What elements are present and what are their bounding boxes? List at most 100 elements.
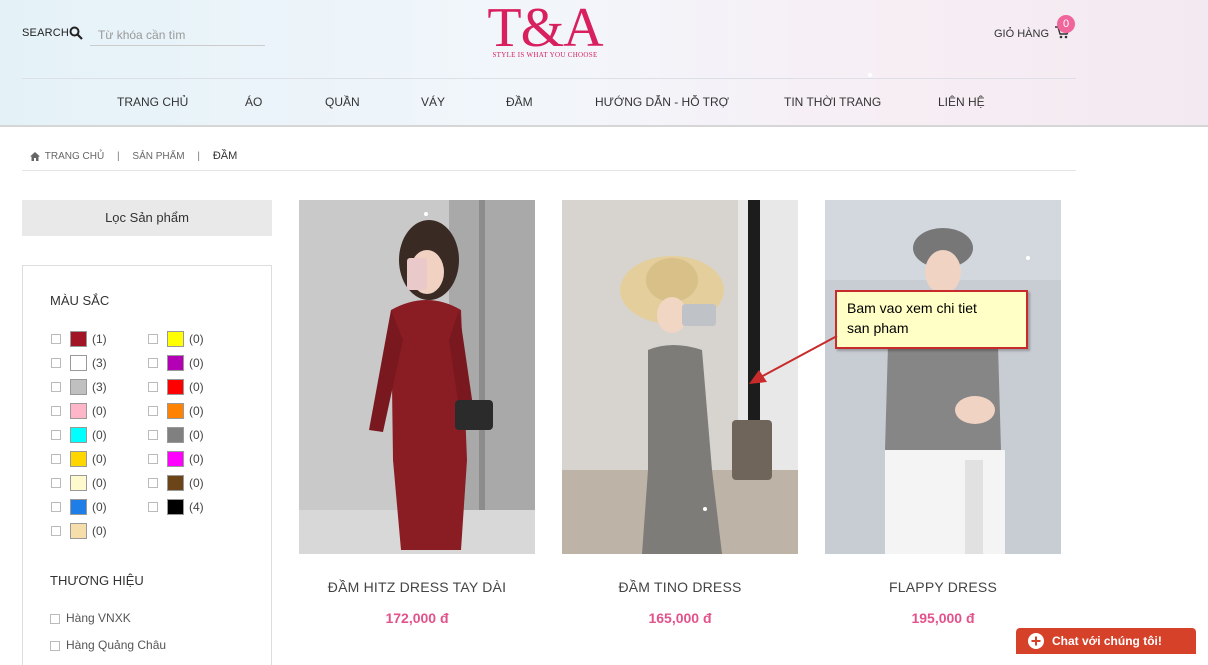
product-image-red-dress[interactable] [299, 200, 535, 554]
color-count: (0) [189, 452, 204, 466]
color-checkbox[interactable] [148, 430, 158, 440]
brand-checkbox[interactable] [50, 613, 60, 624]
filter-title: Lọc Sản phẩm [22, 200, 272, 236]
color-swatch[interactable] [167, 331, 184, 347]
product-name[interactable]: FLAPPY DRESS [825, 579, 1061, 595]
breadcrumb-home[interactable]: TRANG CHỦ [45, 151, 104, 162]
brand-filter-item[interactable]: Hàng VNXK [50, 611, 131, 625]
callout-arrow-icon [749, 335, 838, 384]
chat-label: Chat với chúng tôi! [1052, 634, 1162, 648]
product-name[interactable]: ĐẦM HITZ DRESS TAY DÀI [299, 579, 535, 595]
color-swatch[interactable] [70, 499, 87, 515]
color-checkbox[interactable] [51, 382, 61, 392]
color-count: (4) [189, 500, 204, 514]
color-checkbox[interactable] [148, 478, 158, 488]
nav-item-fashion-news[interactable]: TIN THỜI TRANG [784, 95, 881, 109]
color-section-title: MÀU SẮC [50, 293, 110, 308]
color-swatch[interactable] [167, 499, 184, 515]
brand-section-title: THƯƠNG HIỆU [50, 573, 144, 588]
brand-label: Hàng VNXK [66, 611, 131, 625]
product-card[interactable]: FLAPPY DRESS 195,000 đ [825, 200, 1061, 626]
nav-item-home[interactable]: TRANG CHỦ [117, 95, 188, 109]
breadcrumb-separator: | [197, 150, 201, 162]
logo-text: T&A [487, 0, 603, 59]
sparkle-decoration [703, 507, 707, 511]
breadcrumb-separator: | [117, 150, 120, 162]
brand-checkbox[interactable] [50, 640, 60, 651]
color-swatch[interactable] [70, 523, 87, 539]
color-checkbox[interactable] [51, 526, 61, 536]
chat-plus-icon [1028, 633, 1044, 649]
color-swatch[interactable] [167, 475, 184, 491]
color-swatch[interactable] [70, 475, 87, 491]
callout-line-1: Bam vao xem chi tiet [847, 300, 977, 316]
product-image-grey-tunic[interactable] [825, 200, 1061, 554]
color-swatch[interactable] [70, 331, 87, 347]
search-input[interactable] [90, 25, 265, 46]
color-swatch[interactable] [70, 379, 87, 395]
color-count: (3) [92, 380, 107, 394]
color-swatch[interactable] [70, 403, 87, 419]
color-checkbox[interactable] [148, 334, 158, 344]
callout-line-2: san pham [847, 320, 909, 336]
logo-tagline: STYLE IS WHAT YOU CHOOSE [492, 51, 598, 59]
color-swatch[interactable] [167, 355, 184, 371]
color-checkbox[interactable] [51, 478, 61, 488]
nav-item-ao[interactable]: ÁO [245, 95, 262, 109]
product-price: 165,000 đ [648, 610, 712, 626]
cart-count-badge: 0 [1057, 15, 1075, 33]
product-photo [299, 200, 535, 554]
color-count: (0) [92, 500, 107, 514]
color-count: (0) [92, 428, 107, 442]
color-count: (0) [189, 476, 204, 490]
color-checkbox[interactable] [51, 334, 61, 344]
color-count: (0) [92, 452, 107, 466]
color-count: (0) [189, 404, 204, 418]
color-swatch[interactable] [70, 355, 87, 371]
color-checkbox[interactable] [148, 454, 158, 464]
cart-label[interactable]: GIỎ HÀNG [994, 28, 1049, 40]
color-swatch[interactable] [167, 379, 184, 395]
nav-divider [22, 78, 1076, 79]
color-count: (0) [92, 476, 107, 490]
brand-filter-item[interactable]: Hàng Quảng Châu [50, 638, 166, 652]
sparkle-decoration [1026, 256, 1030, 260]
nav-item-quan[interactable]: QUẦN [325, 95, 360, 109]
color-count: (3) [92, 356, 107, 370]
color-checkbox[interactable] [148, 382, 158, 392]
color-swatch[interactable] [167, 451, 184, 467]
breadcrumb-section[interactable]: SẢN PHẨM [132, 151, 184, 162]
chat-button[interactable]: Chat với chúng tôi! [1016, 628, 1196, 654]
color-checkbox[interactable] [51, 406, 61, 416]
nav-item-help[interactable]: HƯỚNG DẪN - HỖ TRỢ [595, 95, 729, 109]
sparkle-decoration [868, 73, 872, 77]
color-count: (0) [189, 332, 204, 346]
nav-item-vay[interactable]: VÁY [421, 95, 445, 109]
breadcrumb-current: ĐẦM [212, 150, 238, 162]
color-checkbox[interactable] [148, 406, 158, 416]
color-checkbox[interactable] [51, 502, 61, 512]
color-swatch[interactable] [167, 427, 184, 443]
color-swatch[interactable] [70, 451, 87, 467]
color-checkbox[interactable] [148, 358, 158, 368]
color-count: (0) [189, 380, 204, 394]
home-icon [30, 151, 40, 161]
nav-item-contact[interactable]: LIÊN HỆ [938, 95, 985, 109]
color-count: (0) [92, 524, 107, 538]
site-header: SEARCH T&A STYLE IS WHAT YOU CHOOSE GIỎ … [0, 0, 1208, 127]
color-count: (0) [189, 356, 204, 370]
color-checkbox[interactable] [51, 454, 61, 464]
breadcrumb: TRANG CHỦ | SẢN PHẨM | ĐẦM [30, 150, 237, 162]
color-checkbox[interactable] [148, 502, 158, 512]
search-label: SEARCH [22, 27, 70, 39]
search-icon[interactable] [69, 26, 83, 40]
color-swatch[interactable] [167, 403, 184, 419]
product-name[interactable]: ĐẦM TINO DRESS [562, 579, 798, 595]
product-card[interactable]: ĐẦM HITZ DRESS TAY DÀI 172,000 đ [299, 200, 535, 626]
site-logo[interactable]: T&A STYLE IS WHAT YOU CHOOSE [470, 0, 620, 64]
color-checkbox[interactable] [51, 358, 61, 368]
color-swatch[interactable] [70, 427, 87, 443]
product-photo [825, 200, 1061, 554]
nav-item-dam[interactable]: ĐẦM [506, 95, 533, 109]
color-checkbox[interactable] [51, 430, 61, 440]
